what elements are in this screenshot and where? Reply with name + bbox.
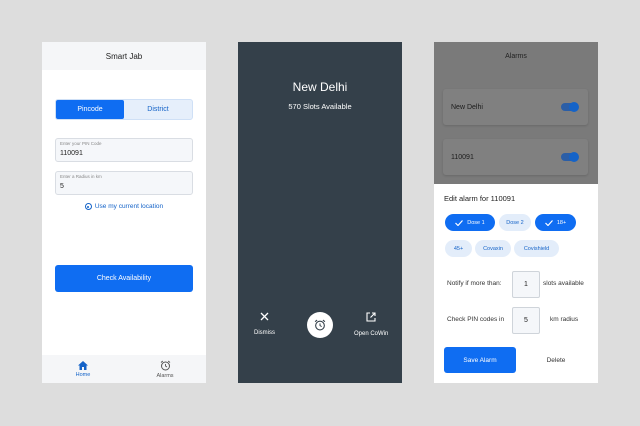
dismiss-label: Dismiss <box>254 330 275 336</box>
alarm-name: New Delhi <box>451 103 483 111</box>
open-cowin-button[interactable]: Open CoWin <box>354 312 388 337</box>
external-link-icon <box>366 312 376 322</box>
tab-district[interactable]: District <box>124 100 192 119</box>
edit-alarm-title: Edit alarm for 110091 <box>444 194 516 203</box>
notify-threshold-input[interactable]: 1 <box>512 271 540 298</box>
alarm-toggle[interactable] <box>561 102 579 112</box>
chip-dose-2-label: Dose 2 <box>506 219 524 226</box>
alarm-toggle[interactable] <box>561 152 579 162</box>
search-mode-toggle: Pincode District <box>55 99 193 120</box>
radius-value: 5 <box>60 183 64 190</box>
checkmark-icon <box>455 219 464 226</box>
chip-age-18-label: 18+ <box>556 219 567 226</box>
chip-age-18[interactable]: 18+ <box>535 214 576 231</box>
pin-radius-label: Check PIN codes in <box>447 316 505 323</box>
notify-label: Notify if more than: <box>447 280 502 287</box>
check-availability-button[interactable]: Check Availability <box>55 265 193 292</box>
nav-home-label: Home <box>75 371 91 378</box>
alarm-city: New Delhi <box>292 80 348 94</box>
chip-age-45[interactable]: 45+ <box>445 240 472 257</box>
close-icon <box>260 312 269 321</box>
alarm-card[interactable]: New Delhi <box>443 89 588 125</box>
alarms-title: Alarms <box>505 52 527 60</box>
alarms-list-overlay: Alarms New Delhi 110091 <box>434 42 598 184</box>
pin-code-label: Enter your PIN Code <box>60 141 102 146</box>
notify-suffix: slots available <box>543 280 584 287</box>
pin-radius-suffix: km radius <box>550 316 579 323</box>
chip-dose-1[interactable]: Dose 1 <box>445 214 495 231</box>
home-icon <box>78 360 88 370</box>
nav-home[interactable]: Home <box>42 355 124 383</box>
chip-dose-2[interactable]: Dose 2 <box>499 214 531 231</box>
chip-dose-1-label: Dose 1 <box>467 219 485 226</box>
bottom-nav: Home Alarms <box>42 355 206 383</box>
chip-covaxin-label: Covaxin <box>483 245 503 252</box>
pin-radius-input[interactable]: 5 <box>512 307 540 334</box>
nav-alarms-label: Alarms <box>156 372 174 379</box>
save-alarm-button[interactable]: Save Alarm <box>444 347 516 373</box>
tab-pincode[interactable]: Pincode <box>56 100 124 119</box>
pin-code-field[interactable]: Enter your PIN Code 110091 <box>55 138 193 162</box>
chip-covishield[interactable]: Covishield <box>514 240 559 257</box>
app-title: Smart Jab <box>105 51 143 61</box>
open-cowin-label: Open CoWin <box>354 331 389 337</box>
app-header: Smart Jab <box>42 42 206 70</box>
alarms-screen: Alarms New Delhi 110091 Edit alarm for 1… <box>434 42 598 383</box>
dismiss-button[interactable]: Dismiss <box>254 312 275 336</box>
home-screen: Smart Jab Pincode District Enter your PI… <box>42 42 206 383</box>
alarm-button[interactable] <box>307 312 333 338</box>
delete-button[interactable]: Delete <box>524 347 588 373</box>
use-location-link[interactable]: Use my current location <box>42 203 206 210</box>
alarm-clock-icon <box>160 360 170 370</box>
nav-alarms[interactable]: Alarms <box>124 355 206 383</box>
alarm-notification-screen: New Delhi 570 Slots Available Dismiss Op… <box>238 42 402 383</box>
location-target-icon <box>84 203 92 210</box>
use-location-label: Use my current location <box>94 203 164 210</box>
chip-covishield-label: Covishield <box>523 245 550 252</box>
radius-label: Enter a Radius in km <box>60 174 102 179</box>
alarm-name: 110091 <box>451 153 474 161</box>
alarm-clock-icon <box>314 319 326 331</box>
alarms-header: Alarms <box>434 42 598 70</box>
radius-field[interactable]: Enter a Radius in km 5 <box>55 171 193 195</box>
alarm-card[interactable]: 110091 <box>443 139 588 175</box>
checkmark-icon <box>544 219 553 226</box>
pin-code-value: 110091 <box>60 150 83 157</box>
chip-covaxin[interactable]: Covaxin <box>475 240 511 257</box>
slots-available-text: 570 Slots Available <box>288 102 352 111</box>
chip-age-45-label: 45+ <box>453 245 464 252</box>
